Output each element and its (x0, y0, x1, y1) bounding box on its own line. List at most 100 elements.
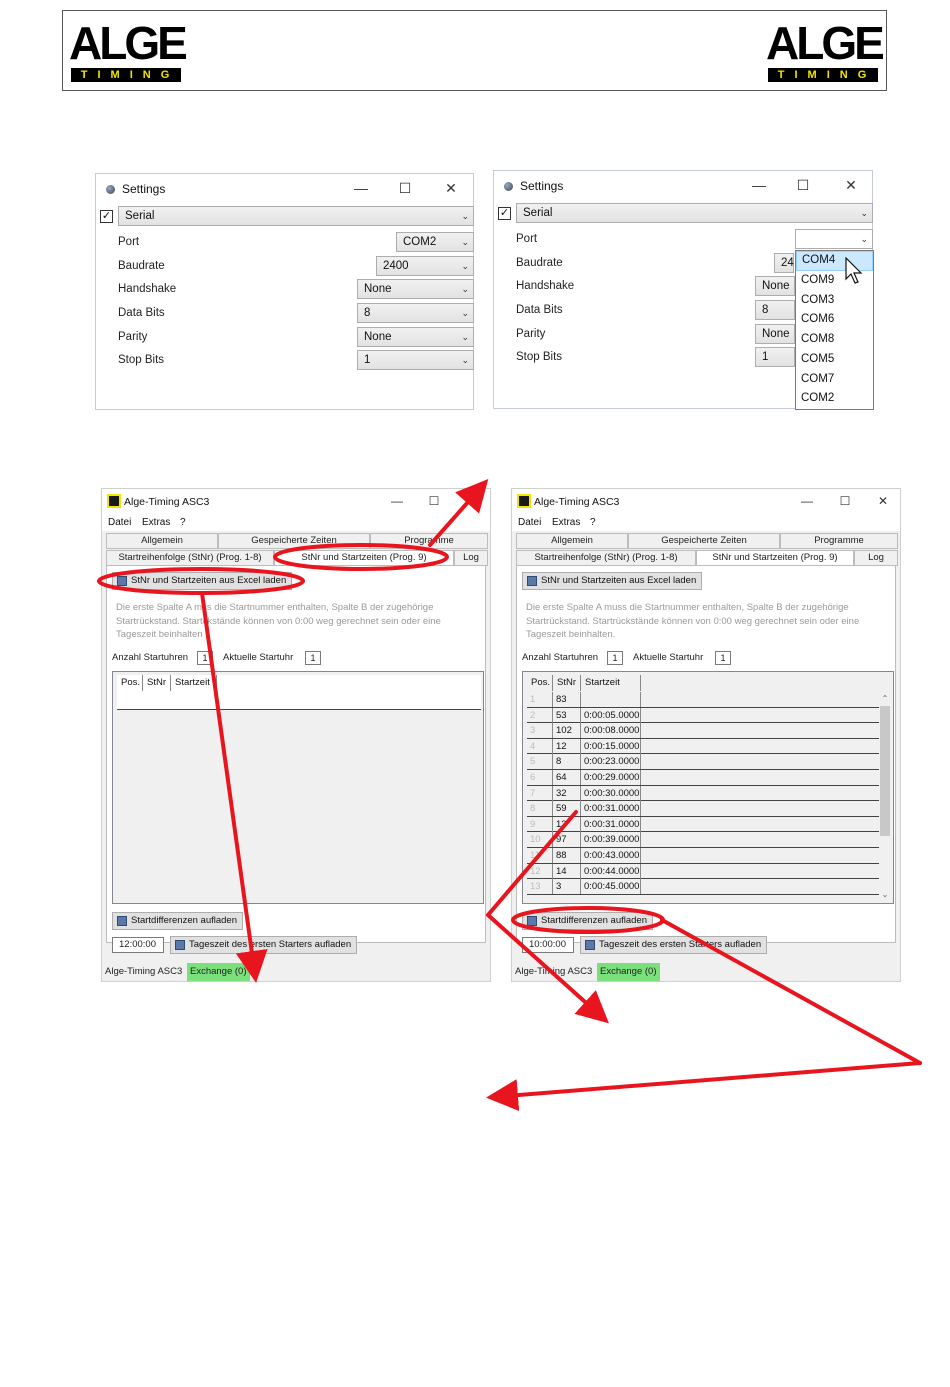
current-starter-label: Aktuelle Startuhr (633, 652, 704, 663)
serial-checkbox[interactable]: ✓ (498, 207, 511, 220)
parity-select[interactable]: None (755, 324, 795, 344)
port-option[interactable]: COM6 (796, 310, 873, 330)
stopbits-select[interactable]: 1 ⌄ (357, 350, 474, 370)
load-excel-button[interactable]: StNr und Startzeiten aus Excel laden (112, 572, 293, 590)
table-row[interactable]: 3 102 0:00:08.0000 (527, 723, 879, 739)
port-option[interactable]: COM5 (796, 350, 873, 370)
table-row[interactable]: 1 83 (527, 692, 879, 708)
databits-label: Data Bits (516, 304, 563, 316)
scroll-thumb[interactable] (880, 706, 890, 836)
connection-select[interactable]: Serial ⌄ (118, 206, 474, 226)
databits-select[interactable]: 8 ⌄ (357, 303, 474, 323)
upload-daytime-button[interactable]: Tageszeit des ersten Starters aufladen (170, 936, 358, 954)
upload-daytime-button[interactable]: Tageszeit des ersten Starters aufladen (580, 936, 768, 954)
table-row[interactable]: 13 3 0:00:45.0000 (527, 879, 879, 895)
tab-gespeicherte-zeiten[interactable]: Gespeicherte Zeiten (218, 533, 370, 549)
col-pos-cell: 13 (527, 879, 553, 895)
grid-scrollbar[interactable]: ⌃ ⌄ (879, 692, 891, 902)
table-row[interactable]: 4 12 0:00:15.0000 (527, 738, 879, 755)
daytime-input[interactable]: 12:00:00 (112, 937, 164, 953)
parity-select[interactable]: None ⌄ (357, 327, 474, 347)
floppy-icon (527, 916, 537, 926)
port-option[interactable]: COM3 (796, 291, 873, 311)
menu-datei[interactable]: Datei (108, 517, 131, 528)
col-stnr-cell: 14 (553, 863, 581, 879)
col-time-cell: 0:00:29.0000 (581, 770, 641, 785)
menu-extras[interactable]: Extras (552, 517, 580, 528)
status-bar: Alge-Timing ASC3 Exchange (0) (512, 963, 900, 981)
handshake-label: Handshake (516, 280, 575, 292)
stopbits-select[interactable]: 1 (755, 347, 795, 367)
table-row[interactable]: 10 97 0:00:39.0000 (527, 832, 879, 848)
maximize-icon[interactable]: ☐ (396, 179, 414, 197)
status-bar: Alge-Timing ASC3 Exchange (0) (102, 963, 490, 981)
starter-count-label: Anzahl Startuhren (522, 652, 599, 663)
close-icon[interactable]: ✕ (875, 493, 891, 509)
table-row[interactable]: 8 59 0:00:31.0000 (527, 801, 879, 817)
tab-startreihenfolge[interactable]: Startreihenfolge (StNr) (Prog. 1-8) (106, 550, 274, 566)
col-time-header: Startzeit (171, 675, 217, 691)
tab-allgemein[interactable]: Allgemein (106, 533, 218, 549)
maximize-icon[interactable]: ☐ (426, 493, 442, 509)
starter-count-input[interactable]: 1 (197, 651, 213, 665)
baudrate-select[interactable]: 24 (774, 253, 794, 273)
handshake-select[interactable]: None ⌄ (357, 279, 474, 299)
maximize-icon[interactable]: ☐ (794, 176, 812, 194)
menu-help[interactable]: ? (590, 517, 596, 528)
floppy-icon (175, 940, 185, 950)
current-starter-input[interactable]: 1 (715, 651, 731, 665)
baudrate-select[interactable]: 2400 ⌄ (376, 256, 474, 276)
tab-startreihenfolge[interactable]: Startreihenfolge (StNr) (Prog. 1-8) (516, 550, 696, 566)
connection-select[interactable]: Serial ⌄ (516, 203, 873, 223)
port-select[interactable]: ⌄ (795, 229, 873, 249)
current-starter-input[interactable]: 1 (305, 651, 321, 665)
tab-programme[interactable]: Programme (370, 533, 488, 549)
daytime-input[interactable]: 10:00:00 (522, 937, 574, 953)
handshake-select[interactable]: None (755, 276, 795, 296)
settings-titlebar: Settings — ☐ ✕ (494, 171, 872, 201)
port-option[interactable]: COM7 (796, 370, 873, 390)
tab-log[interactable]: Log (854, 550, 898, 566)
table-row[interactable]: 6 64 0:00:29.0000 (527, 770, 879, 786)
minimize-icon[interactable]: — (352, 179, 370, 197)
serial-checkbox[interactable]: ✓ (100, 210, 113, 223)
upload-diffs-button[interactable]: Startdifferenzen aufladen (522, 912, 653, 930)
table-row[interactable]: 9 13 0:00:31.0000 (527, 816, 879, 833)
table-row[interactable]: 12 14 0:00:44.0000 (527, 863, 879, 880)
menu-extras[interactable]: Extras (142, 517, 170, 528)
table-row[interactable]: 2 53 0:00:05.0000 (527, 707, 879, 724)
menu-datei[interactable]: Datei (518, 517, 541, 528)
col-time-cell: 0:00:08.0000 (581, 723, 641, 739)
table-row[interactable]: 11 88 0:00:43.0000 (527, 848, 879, 864)
databits-label: Data Bits (118, 307, 165, 319)
menu-help[interactable]: ? (180, 517, 186, 528)
tab-allgemein[interactable]: Allgemein (516, 533, 628, 549)
load-excel-button[interactable]: StNr und Startzeiten aus Excel laden (522, 572, 703, 590)
col-stnr-cell: 59 (553, 801, 581, 817)
port-select[interactable]: COM2 ⌄ (396, 232, 474, 252)
upload-diffs-button[interactable]: Startdifferenzen aufladen (112, 912, 243, 930)
port-option[interactable]: COM8 (796, 330, 873, 350)
maximize-icon[interactable]: ☐ (837, 493, 853, 509)
tab-stnr-startzeiten[interactable]: StNr und Startzeiten (Prog. 9) (696, 550, 854, 566)
port-option[interactable]: COM2 (796, 389, 873, 409)
minimize-icon[interactable]: — (799, 493, 815, 509)
tab-log[interactable]: Log (454, 550, 488, 566)
tab-programme[interactable]: Programme (780, 533, 898, 549)
tab-stnr-startzeiten[interactable]: StNr und Startzeiten (Prog. 9) (274, 550, 454, 566)
databits-select[interactable]: 8 (755, 300, 795, 320)
col-stnr-cell: 88 (553, 848, 581, 863)
minimize-icon[interactable]: — (389, 493, 405, 509)
col-pos-cell: 5 (527, 754, 553, 770)
close-icon[interactable]: ✕ (842, 176, 860, 194)
starter-count-input[interactable]: 1 (607, 651, 623, 665)
scroll-up-icon[interactable]: ⌃ (879, 694, 891, 704)
close-icon[interactable]: ✕ (442, 179, 460, 197)
table-row[interactable]: 5 8 0:00:23.0000 (527, 754, 879, 770)
scroll-down-icon[interactable]: ⌄ (879, 890, 891, 900)
stopbits-label: Stop Bits (516, 351, 563, 363)
tab-gespeicherte-zeiten[interactable]: Gespeicherte Zeiten (628, 533, 780, 549)
minimize-icon[interactable]: — (750, 176, 768, 194)
col-time-cell: 0:00:05.0000 (581, 707, 641, 723)
table-row[interactable]: 7 32 0:00:30.0000 (527, 785, 879, 802)
